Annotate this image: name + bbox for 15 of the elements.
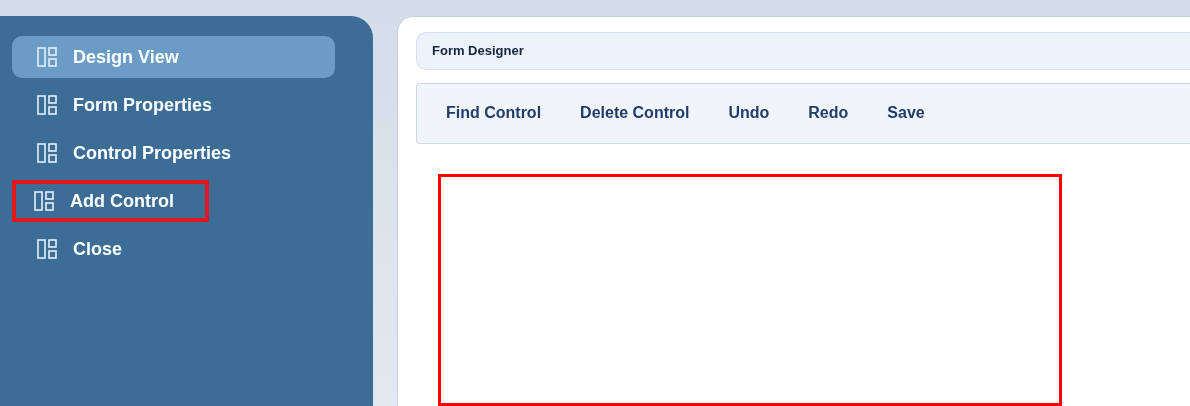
panel-title: Form Designer	[432, 43, 524, 59]
layout-icon	[37, 47, 57, 67]
layout-icon	[37, 143, 57, 163]
sidebar-item[interactable]: Control Properties	[12, 132, 335, 174]
toolbar-button[interactable]: Delete Control	[565, 98, 700, 129]
layout-icon	[34, 191, 54, 211]
layout-icon	[37, 239, 57, 259]
toolbar-button[interactable]: Save	[872, 98, 935, 129]
sidebar-item[interactable]: Add Control	[12, 180, 209, 222]
toolbar-button[interactable]: Undo	[713, 98, 780, 129]
toolbar-button[interactable]: Find Control	[431, 98, 552, 129]
sidebar-item[interactable]: Form Properties	[12, 84, 335, 126]
layout-icon	[37, 95, 57, 115]
sidebar-item[interactable]: Close	[12, 228, 335, 270]
toolbar-button[interactable]: Redo	[793, 98, 859, 129]
